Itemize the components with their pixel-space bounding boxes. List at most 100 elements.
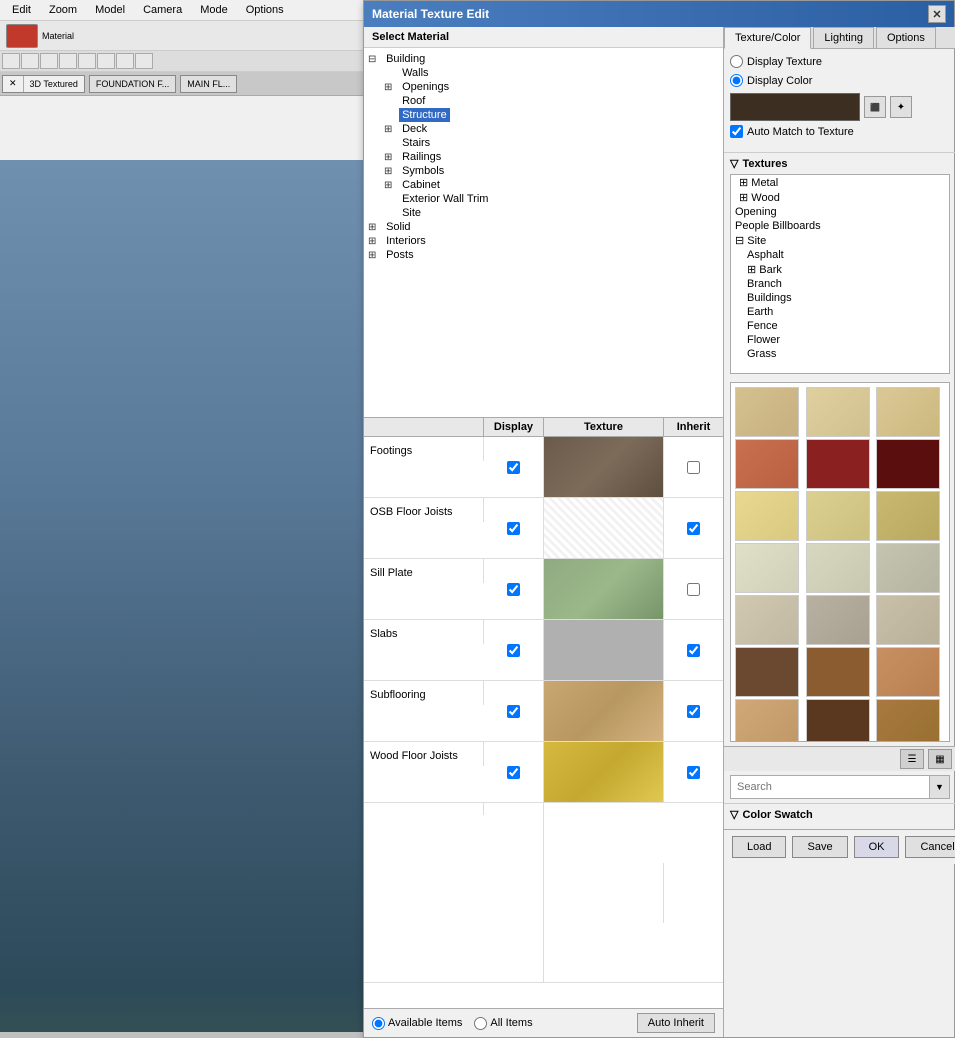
expand-icon[interactable]: ⊟ <box>735 235 744 247</box>
tab-lighting[interactable]: Lighting <box>813 27 874 48</box>
tree-item-walls[interactable]: Walls <box>384 66 719 80</box>
texture-swatch-item[interactable] <box>876 439 940 489</box>
texture-swatch-item[interactable] <box>876 647 940 697</box>
ok-button[interactable]: OK <box>854 836 900 858</box>
display-check-slabs[interactable] <box>484 620 544 680</box>
inherit-check-slabs[interactable] <box>664 620 723 680</box>
display-checkbox[interactable] <box>507 522 520 535</box>
texture-swatch-item[interactable] <box>735 699 799 742</box>
texture-tree-item[interactable]: Asphalt <box>731 248 949 262</box>
inherit-check-subflooring[interactable] <box>664 681 723 741</box>
toolbar-icon[interactable] <box>135 53 153 69</box>
texture-swatch-item[interactable] <box>806 595 870 645</box>
menu-edit[interactable]: Edit <box>4 2 39 18</box>
display-checkbox[interactable] <box>507 583 520 596</box>
toolbar-material-icon[interactable] <box>6 24 38 48</box>
display-checkbox[interactable] <box>507 705 520 718</box>
openings-label[interactable]: Openings <box>399 80 452 94</box>
texture-tree-item[interactable]: Buildings <box>731 291 949 305</box>
solid-label[interactable]: Solid <box>383 220 413 234</box>
texture-tree-item[interactable]: ⊞ Metal <box>731 175 949 190</box>
texture-swatch-item[interactable] <box>806 387 870 437</box>
list-view-button[interactable]: ☰ <box>900 749 924 769</box>
display-check-sill[interactable] <box>484 559 544 619</box>
exterior-wall-trim-label[interactable]: Exterior Wall Trim <box>399 192 491 206</box>
texture-swatch-item[interactable] <box>876 699 940 742</box>
display-color-radio[interactable] <box>730 74 743 87</box>
tree-item-exterior-wall-trim[interactable]: Exterior Wall Trim <box>384 192 719 206</box>
texture-tree[interactable]: ⊞ Metal ⊞ Wood Opening People Billboards… <box>730 174 950 374</box>
close-button[interactable]: ✕ <box>928 5 946 23</box>
texture-swatch-item[interactable] <box>876 387 940 437</box>
texture-swatch-item[interactable] <box>735 595 799 645</box>
radio-all-input[interactable] <box>474 1017 487 1030</box>
expand-icon[interactable]: ⊞ <box>368 222 380 233</box>
menu-zoom[interactable]: Zoom <box>41 2 85 18</box>
texture-tree-item[interactable]: Fence <box>731 319 949 333</box>
symbols-label[interactable]: Symbols <box>399 164 447 178</box>
texture-tree-item[interactable]: Grass <box>731 347 949 361</box>
tree-item-posts[interactable]: ⊞ Posts <box>368 248 719 262</box>
tree-item-solid[interactable]: ⊞ Solid <box>368 220 719 234</box>
menu-options[interactable]: Options <box>238 2 292 18</box>
tree-item-openings[interactable]: ⊞ Openings <box>384 80 719 94</box>
material-tree[interactable]: ⊟ Building Walls ⊞ Openings Roof <box>364 48 723 418</box>
texture-tree-item[interactable]: ⊞ Bark <box>731 262 949 277</box>
texture-swatch-item[interactable] <box>806 439 870 489</box>
inherit-check-woodfloor[interactable] <box>664 742 723 802</box>
tree-item-symbols[interactable]: ⊞ Symbols <box>384 164 719 178</box>
toolbar-icon[interactable] <box>40 53 58 69</box>
radio-available-input[interactable] <box>372 1017 385 1030</box>
display-checkbox[interactable] <box>507 644 520 657</box>
expand-icon[interactable]: ⊞ <box>384 180 396 191</box>
toolbar-icon[interactable] <box>78 53 96 69</box>
cabinet-label[interactable]: Cabinet <box>399 178 443 192</box>
inherit-checkbox[interactable] <box>687 461 700 474</box>
grid-view-button[interactable]: ▦ <box>928 749 952 769</box>
expand-icon[interactable]: ⊞ <box>384 166 396 177</box>
search-input[interactable] <box>731 778 929 796</box>
expand-icon[interactable]: ⊞ <box>368 236 380 247</box>
inherit-checkbox[interactable] <box>687 705 700 718</box>
walls-label[interactable]: Walls <box>399 66 431 80</box>
tree-item-building[interactable]: ⊟ Building <box>368 52 719 66</box>
texture-swatch-item[interactable] <box>735 543 799 593</box>
menu-camera[interactable]: Camera <box>135 2 190 18</box>
texture-swatch-footings[interactable] <box>544 437 664 497</box>
texture-swatch-item[interactable] <box>735 439 799 489</box>
expand-icon[interactable]: ⊞ <box>747 264 756 276</box>
radio-all[interactable]: All Items <box>474 1017 532 1030</box>
tree-item-site[interactable]: Site <box>384 206 719 220</box>
structure-label[interactable]: Structure <box>399 108 450 122</box>
display-check-subflooring[interactable] <box>484 681 544 741</box>
texture-swatch-item[interactable] <box>806 699 870 742</box>
texture-swatch-item[interactable] <box>735 387 799 437</box>
toolbar-icon[interactable] <box>59 53 77 69</box>
expand-icon[interactable]: ⊞ <box>739 192 748 204</box>
texture-swatch-subflooring[interactable] <box>544 681 664 741</box>
stairs-label[interactable]: Stairs <box>399 136 433 150</box>
railings-label[interactable]: Railings <box>399 150 444 164</box>
view-tab-foundation[interactable]: FOUNDATION F... <box>90 76 175 92</box>
search-dropdown-button[interactable]: ▼ <box>929 776 949 798</box>
cancel-button[interactable]: Cancel <box>905 836 955 858</box>
building-label[interactable]: Building <box>383 52 428 66</box>
menu-mode[interactable]: Mode <box>192 2 236 18</box>
texture-tree-item[interactable]: Flower <box>731 333 949 347</box>
save-button[interactable]: Save <box>792 836 847 858</box>
tree-item-roof[interactable]: Roof <box>384 94 719 108</box>
tree-item-cabinet[interactable]: ⊞ Cabinet <box>384 178 719 192</box>
inherit-check-footings[interactable] <box>664 437 723 497</box>
texture-tree-item[interactable]: People Billboards <box>731 219 949 233</box>
display-check-osb[interactable] <box>484 498 544 558</box>
tree-item-stairs[interactable]: Stairs <box>384 136 719 150</box>
roof-label[interactable]: Roof <box>399 94 428 108</box>
texture-swatch-woodfloor[interactable] <box>544 742 664 802</box>
load-button[interactable]: Load <box>732 836 786 858</box>
texture-swatch-item[interactable] <box>806 647 870 697</box>
texture-tree-item[interactable]: Opening <box>731 205 949 219</box>
site-label[interactable]: Site <box>399 206 424 220</box>
posts-label[interactable]: Posts <box>383 248 417 262</box>
tree-item-interiors[interactable]: ⊞ Interiors <box>368 234 719 248</box>
texture-swatch-item[interactable] <box>806 543 870 593</box>
